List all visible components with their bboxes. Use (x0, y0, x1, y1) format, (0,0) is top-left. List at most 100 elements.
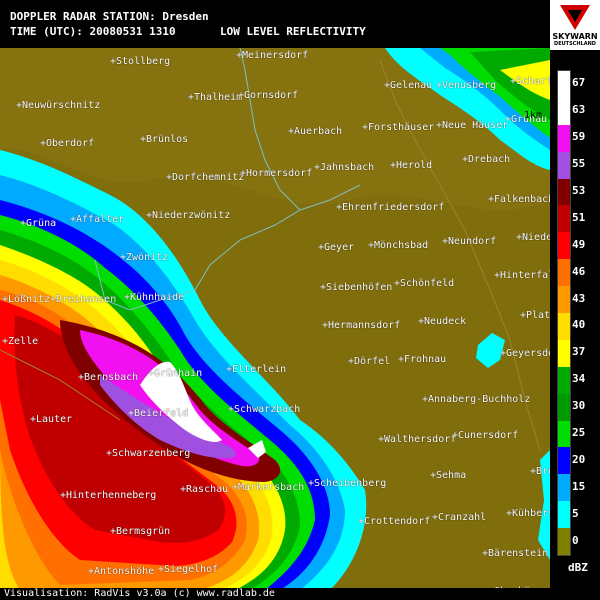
scale-swatch (558, 286, 570, 314)
place-label: +Hermannsdorf (322, 320, 401, 331)
place-label: +Frohnau (398, 354, 447, 365)
place-label: +Markersbach (232, 482, 305, 493)
place-label: +Dörfel (348, 356, 391, 367)
scale-tick-label: 55 (572, 157, 586, 171)
place-label: +Siegelhof (158, 564, 219, 575)
scale-swatch (558, 447, 570, 475)
scale-swatch (558, 420, 570, 448)
place-label: +Crottendorf (358, 516, 431, 527)
place-label: +Schwarzbach (228, 404, 301, 415)
scale-swatch (558, 205, 570, 233)
place-label: +Schönfeld (394, 278, 455, 289)
scale-tick-label: 5 (572, 506, 579, 520)
radar-map[interactable]: +Meinersdorf +Stollberg +Gelenau +Venusberg… (0, 48, 550, 590)
scale-tick-label: 59 (572, 130, 586, 144)
scale-swatch (558, 528, 570, 556)
scale-swatch (558, 97, 570, 126)
place-label: +Bermsgrün (110, 526, 171, 537)
place-label: +Bernsbach (78, 372, 139, 383)
scale-bar: 1km (524, 110, 542, 121)
place-label: +Venusberg (436, 80, 497, 91)
scale-tick-label: 43 (572, 291, 586, 305)
place-label: +Zwönitz (120, 252, 169, 263)
radar-screen: DOPPLER RADAR STATION: Dresden TIME (UTC… (0, 0, 600, 600)
place-label: +Herold (390, 160, 433, 171)
place-label: +Mönchsbad (368, 240, 429, 251)
place-label: +Drebach (462, 154, 511, 165)
footer-bar: Visualisation: RadVis v3.0a (c) www.radl… (0, 588, 550, 600)
place-label: +Cranzahl (432, 512, 487, 523)
place-label: +Kühnhaide (124, 292, 185, 303)
scale-tick-label: 49 (572, 237, 586, 251)
place-label: +Bärenstein (482, 548, 549, 559)
place-label: +Hormersdorf (240, 168, 313, 179)
scale-label: 1km (524, 110, 543, 121)
place-label: +Oberdorf (40, 138, 95, 149)
scale-tick-label: 34 (572, 372, 586, 386)
place-label: +Hinterfal (494, 270, 550, 281)
place-label: +Geyersdor (500, 348, 550, 359)
place-label: +Neue Häuser (436, 120, 509, 131)
place-label: +Bre (530, 466, 550, 477)
place-label: +Lößnitz (2, 294, 51, 305)
place-label: +Scheibenberg (308, 478, 387, 489)
place-label: +Neuwürschnitz (16, 100, 101, 111)
scale-tick-label: 37 (572, 345, 586, 359)
place-label: +Annaberg-Buchholz (422, 394, 531, 405)
scale-tick-label: 46 (572, 264, 586, 278)
product-name: LOW LEVEL REFLECTIVITY (220, 25, 366, 38)
place-label: +Scharf (510, 76, 550, 87)
scale-swatch (558, 366, 570, 395)
place-label: +Auerbach (288, 126, 343, 137)
place-label: +Beierfeld (128, 408, 189, 419)
place-label: +Grünhain (148, 368, 203, 379)
scale-tick-label: 53 (572, 184, 586, 197)
scale-swatch (558, 124, 570, 153)
scale-tick-label: 20 (572, 452, 586, 466)
credit-text: Visualisation: RadVis v3.0a (c) www.radl… (4, 588, 275, 599)
place-label: +Walthersdorf (378, 434, 457, 445)
unit-label: dBZ (568, 561, 588, 574)
place-label: +Schwarzenberg (106, 448, 191, 459)
scale-swatch (558, 232, 570, 260)
place-label: +Falkenbach (488, 194, 550, 205)
scale-swatch (558, 313, 570, 341)
place-label: +Niede (516, 232, 550, 243)
scale-swatch (558, 339, 570, 368)
scale-swatch (558, 259, 570, 287)
scale-swatch (558, 178, 570, 206)
legend-panel: SKYWARN DEUTSCHLAND 67 63 59 55 53 51 49 46 43 40… (550, 0, 600, 600)
scale-swatch (558, 71, 570, 99)
place-label: +Raschau (180, 484, 229, 495)
scale-tick-label: 40 (572, 318, 586, 332)
scale-tick-label: 0 (572, 533, 579, 547)
scale-swatch (558, 474, 570, 502)
place-label: +Kühbers (506, 508, 550, 519)
scale-tick-label: 15 (572, 479, 586, 493)
scale-tick-label: 51 (572, 210, 586, 224)
timestamp: TIME (UTC): 20080531 1310 (10, 25, 176, 38)
logo-brand: SKYWARN (552, 32, 598, 41)
logo-country: DEUTSCHLAND (554, 41, 596, 47)
place-label: +Lauter (30, 414, 73, 425)
scale-tick-label: 25 (572, 426, 586, 439)
place-label: +Elterlein (226, 364, 287, 375)
header-bar: DOPPLER RADAR STATION: Dresden TIME (UTC… (0, 0, 550, 48)
scale-tick-label: 63 (572, 103, 586, 117)
scale-swatch (558, 501, 570, 529)
scale-tick-label: 67 (572, 76, 586, 90)
place-label: +Geyer (318, 242, 355, 253)
place-label: +Siebenhöfen (320, 282, 393, 293)
place-label: +Grüna (20, 218, 57, 229)
place-label: +Cunersdorf (452, 430, 519, 441)
place-label: +Affalter (70, 214, 125, 225)
place-label: +Dreihansen (50, 294, 117, 305)
place-label: +Thalheim (188, 92, 243, 103)
skywarn-logo: SKYWARN DEUTSCHLAND (550, 0, 600, 50)
place-label: +Forsthäuser (362, 122, 435, 133)
place-label: +Antonshöhe (88, 566, 155, 577)
scale-swatch (558, 393, 570, 422)
place-label: +Brünlos (140, 134, 189, 145)
place-label: +Meinersdorf (236, 50, 309, 61)
color-scale (557, 70, 571, 556)
